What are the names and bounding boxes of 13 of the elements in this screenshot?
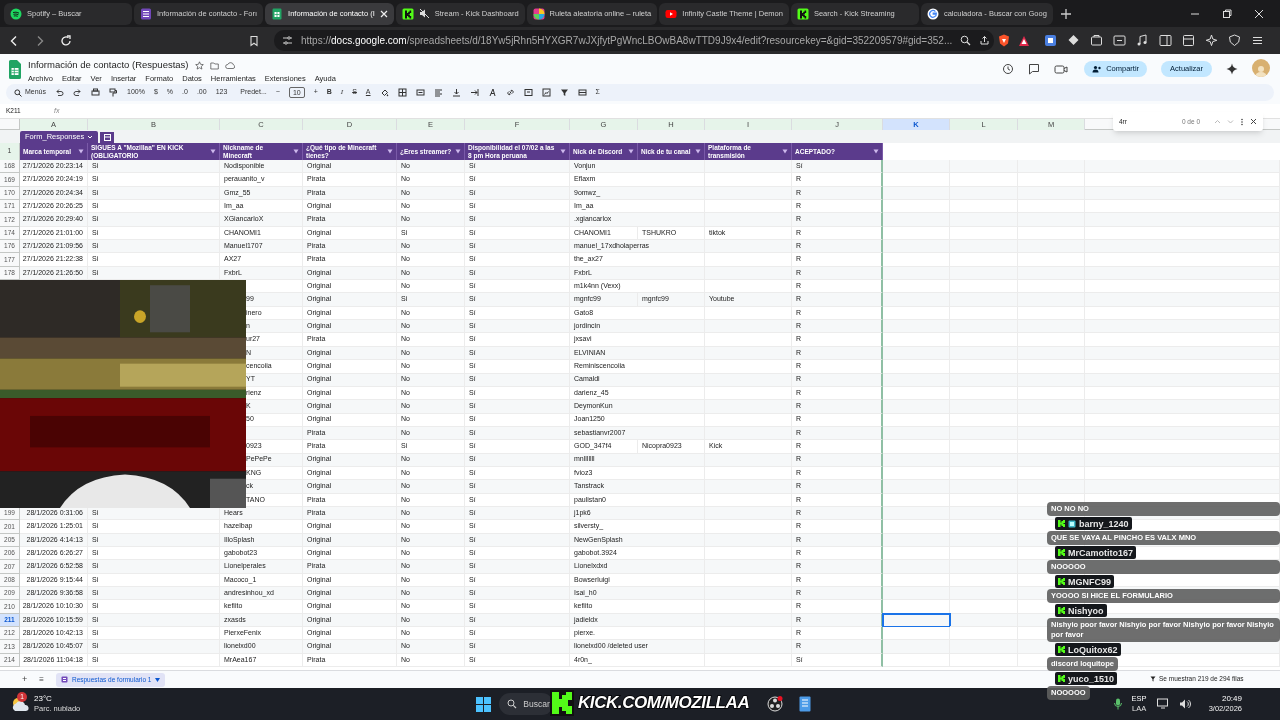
chat-username: MGNFC99 xyxy=(1068,575,1111,588)
chat-username: MrCamotito167 xyxy=(1068,546,1133,559)
url-text: https://docs.google.com/spreadsheets/d/18Yw5jRhn5HYXGR7wJXjfytPgWncLBOwBA8wTTD9J9x4/edit?resourcekey=&gid=352209579#gid=352... xyxy=(301,34,953,48)
chat-username: LoQuitox62 xyxy=(1068,643,1118,656)
chat-username: yuco_1510 xyxy=(1068,672,1115,685)
chat-username: barny_1240 xyxy=(1079,517,1129,530)
chat-username: Nishyoo xyxy=(1068,604,1104,617)
document-title[interactable]: Información de contacto (Respuestas) xyxy=(28,58,189,73)
temperature: 23°C xyxy=(34,694,53,705)
stream-overlay-text: KICK.COM/MOZILLAA xyxy=(578,692,750,715)
all-sheets-button[interactable]: ≡ xyxy=(39,673,44,686)
add-sheet-button[interactable]: + xyxy=(22,672,28,687)
clock-time[interactable]: 20:49 xyxy=(1221,694,1242,705)
